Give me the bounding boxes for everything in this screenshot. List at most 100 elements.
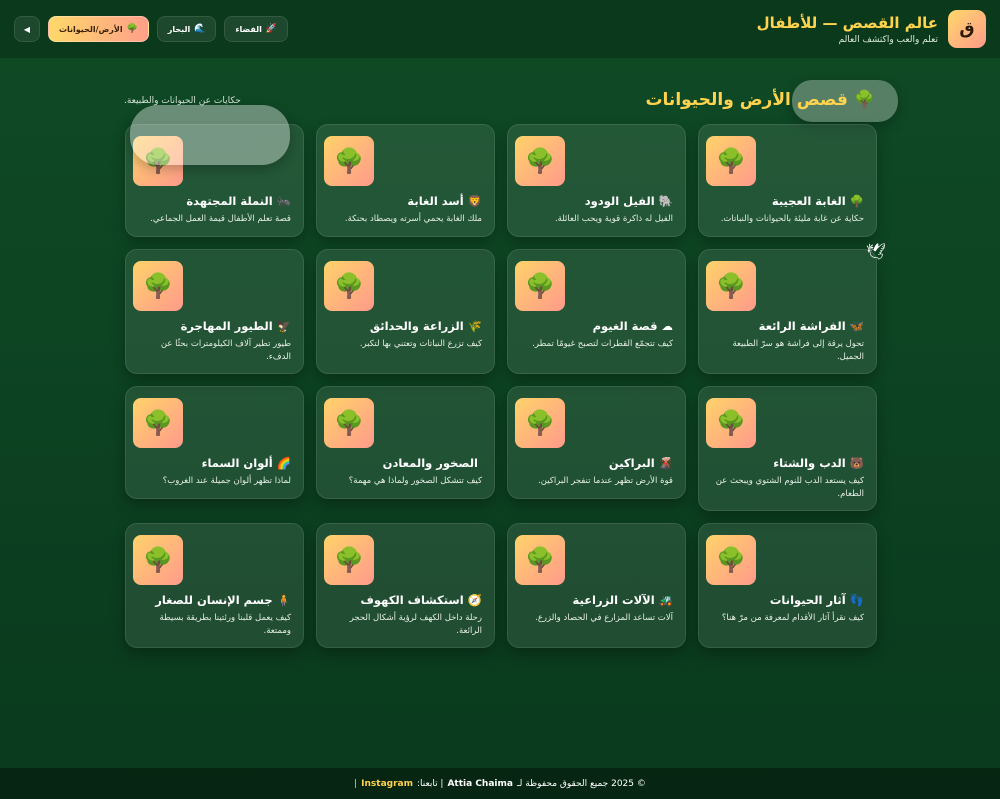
story-title: 🧍 جسم الإنسان للصغار xyxy=(138,593,291,607)
story-description: كيف يعمل قلبنا ورئتينا بطريقة بسيطة وممت… xyxy=(159,613,292,636)
story-title-icon: ☁ xyxy=(661,319,674,333)
instagram-link[interactable]: Instagram xyxy=(361,779,413,789)
story-title-text: آثار الحيوانات xyxy=(769,593,846,607)
brand[interactable]: ق عالم القصص — للأطفال تعلم والعب واكتشف… xyxy=(757,10,986,48)
story-title-icon: 🐘 xyxy=(658,194,673,208)
story-thumbnail: 🌳 xyxy=(515,398,565,448)
tree-icon: 🌳 xyxy=(525,272,555,300)
tree-icon: 🌳 xyxy=(716,409,746,437)
story-thumbnail: 🌳 xyxy=(324,261,374,311)
story-card[interactable]: 🌳 🧍 جسم الإنسان للصغار كيف يعمل قلبنا ورئ… xyxy=(125,523,304,648)
tree-icon: 🌳 xyxy=(143,409,173,437)
section-title: 🌳 قصص الأرض والحيوانات xyxy=(645,90,875,110)
story-thumbnail: 🌳 xyxy=(324,398,374,448)
story-title: 🦁 أسد الغابة xyxy=(329,194,482,208)
story-title-text: الآلات الزراعية xyxy=(572,593,655,607)
story-title: الصخور والمعادن xyxy=(329,456,482,470)
story-title: 🚜 الآلات الزراعية xyxy=(520,593,673,607)
story-title-icon: 👣 xyxy=(849,593,864,607)
footer-author: Attia Chaima xyxy=(447,778,513,789)
story-description: كيف يستعد الدب للنوم الشتوي ويبحث عن الط… xyxy=(715,476,864,499)
story-thumbnail: 🌳 xyxy=(515,136,565,186)
story-title-text: الطيور المهاجرة xyxy=(180,319,273,333)
nav-tab-space[interactable]: 🚀 الفضاء xyxy=(224,16,289,42)
footer-separator: | xyxy=(354,778,358,789)
tree-icon: 🌳 xyxy=(525,147,555,175)
story-title-text: البراكين xyxy=(608,456,655,470)
story-description: طيور تطير آلاف الكيلومترات بحثًا عن الدف… xyxy=(160,339,291,362)
story-description: تحول يرقة إلى فراشة هو سرّ الطبيعة الجمي… xyxy=(732,339,864,362)
story-description: لماذا تظهر ألوان جميلة عند الغروب؟ xyxy=(162,476,291,486)
story-card[interactable]: 🌳 🦋 الفراشة الرائعة تحول يرقة إلى فراشة ه… xyxy=(698,249,877,374)
footer-copyright: © 2025 جميع الحقوق محفوظة لـ xyxy=(516,778,646,789)
story-title: 🧭 استكشاف الكهوف xyxy=(329,593,482,607)
tree-icon: 🌳 xyxy=(334,147,364,175)
story-title-text: الدب والشتاء xyxy=(773,456,846,470)
footer-follow: | تابعنا: xyxy=(416,778,444,789)
story-card[interactable]: 🌳 🦅 الطيور المهاجرة طيور تطير آلاف الكيلو… xyxy=(125,249,304,374)
tree-icon: 🌳 xyxy=(334,409,364,437)
story-title: 🌳 الغابة العجيبة xyxy=(711,194,864,208)
story-card[interactable]: 🌳 🐻 الدب والشتاء كيف يستعد الدب للنوم الش… xyxy=(698,386,877,511)
story-grid: 🌳 🌳 الغابة العجيبة حكاية عن غابة مليئة با… xyxy=(123,124,877,648)
story-title-icon: 🌳 xyxy=(849,194,864,208)
brand-text: عالم القصص — للأطفال تعلم والعب واكتشف ا… xyxy=(757,14,938,45)
section-title-text: قصص الأرض والحيوانات xyxy=(645,90,848,110)
dove-icon: 🕊 xyxy=(866,242,887,261)
story-description: آلات تساعد المزارع في الحصاد والزرع. xyxy=(535,613,673,623)
story-thumbnail: 🌳 xyxy=(515,261,565,311)
nav-tab-sea[interactable]: 🌊 البحار xyxy=(156,16,217,42)
story-card[interactable]: 🌳 🌋 البراكين قوة الأرض تظهر عندما تنفجر ا… xyxy=(507,386,686,499)
story-card[interactable]: 🌳 🧭 استكشاف الكهوف رحلة داخل الكهف لرؤية … xyxy=(316,523,495,648)
tree-icon: 🌳 xyxy=(126,24,138,34)
story-thumbnail: 🌳 xyxy=(133,535,183,585)
app-title: عالم القصص — للأطفال xyxy=(756,13,938,32)
tree-icon: 🌳 xyxy=(334,546,364,574)
story-card[interactable]: 🌳 الصخور والمعادن كيف تتشكل الصخور ولماذ… xyxy=(316,386,495,499)
story-card[interactable]: 🌳 🐘 الفيل الودود الفيل له ذاكرة قوية ويحب… xyxy=(507,124,686,237)
story-card[interactable]: 🌳 🌈 ألوان السماء لماذا تظهر ألوان جميلة ع… xyxy=(125,386,304,499)
story-title: 🐻 الدب والشتاء xyxy=(711,456,864,470)
story-description: رحلة داخل الكهف لرؤية أشكال الحجر الرائع… xyxy=(349,613,482,636)
nav-tab-label: الأرض/الحيوانات xyxy=(59,24,123,34)
story-thumbnail: 🌳 xyxy=(324,136,374,186)
story-thumbnail: 🌳 xyxy=(324,535,374,585)
story-card[interactable]: 🌳 🌾 الزراعة والحدائق كيف تزرع النباتات وت… xyxy=(316,249,495,374)
story-title-icon: 🚜 xyxy=(658,593,673,607)
story-card[interactable]: 🌳 🚜 الآلات الزراعية آلات تساعد المزارع في… xyxy=(507,523,686,648)
story-description: قصة تعلم الأطفال قيمة العمل الجماعي. xyxy=(150,214,291,224)
story-title-icon: 🦅 xyxy=(276,319,291,333)
story-thumbnail: 🌳 xyxy=(133,261,183,311)
story-card[interactable]: 🌳 👣 آثار الحيوانات كيف نقرأ آثار الأقدام … xyxy=(698,523,877,648)
story-card[interactable]: 🌳 🌳 الغابة العجيبة حكاية عن غابة مليئة با… xyxy=(698,124,877,237)
story-card[interactable]: 🌳 🦁 أسد الغابة ملك الغابة يحمي أسرته ويصط… xyxy=(316,124,495,237)
tree-icon: 🌳 xyxy=(525,409,555,437)
tree-icon: 🌳 xyxy=(716,147,746,175)
rocket-icon: 🚀 xyxy=(265,24,278,34)
story-description: كيف تزرع النباتات وتعتني بها لتكبر. xyxy=(359,339,482,349)
nav-arrow-button[interactable]: ◀ xyxy=(14,16,40,42)
story-title-text: ألوان السماء xyxy=(201,456,273,470)
tree-icon: 🌳 xyxy=(525,546,555,574)
story-title: 🌾 الزراعة والحدائق xyxy=(329,319,482,333)
story-title-icon: 🌈 xyxy=(276,456,291,470)
story-description: ملك الغابة يحمي أسرته ويصطاد بحنكة. xyxy=(344,214,482,224)
story-title-text: استكشاف الكهوف xyxy=(360,593,464,607)
story-card[interactable]: 🌳 ☁ قصة الغيوم كيف تتجمّع القطرات لتصبح غ… xyxy=(507,249,686,374)
story-description: الفيل له ذاكرة قوية ويحب العائلة. xyxy=(554,214,673,224)
story-title-icon: 🌾 xyxy=(467,319,482,333)
tree-icon: 🌳 xyxy=(143,272,173,300)
arrow-left-icon: ◀ xyxy=(23,24,31,34)
story-title-text: جسم الإنسان للصغار xyxy=(155,593,273,607)
tree-icon: 🌳 xyxy=(716,272,746,300)
story-title: 🌈 ألوان السماء xyxy=(138,456,291,470)
story-thumbnail: 🌳 xyxy=(706,136,756,186)
story-title-icon: 🌋 xyxy=(658,456,673,470)
story-title-text: الغابة العجيبة xyxy=(771,194,846,208)
story-thumbnail: 🌳 xyxy=(706,535,756,585)
story-thumbnail: 🌳 xyxy=(515,535,565,585)
app-subtitle: تعلم والعب واكتشف العالم xyxy=(838,34,938,45)
nav-tab-earth[interactable]: 🌳 الأرض/الحيوانات xyxy=(48,16,149,42)
story-title-text: الزراعة والحدائق xyxy=(369,319,464,333)
story-title-text: النملة المجتهدة xyxy=(186,194,273,208)
